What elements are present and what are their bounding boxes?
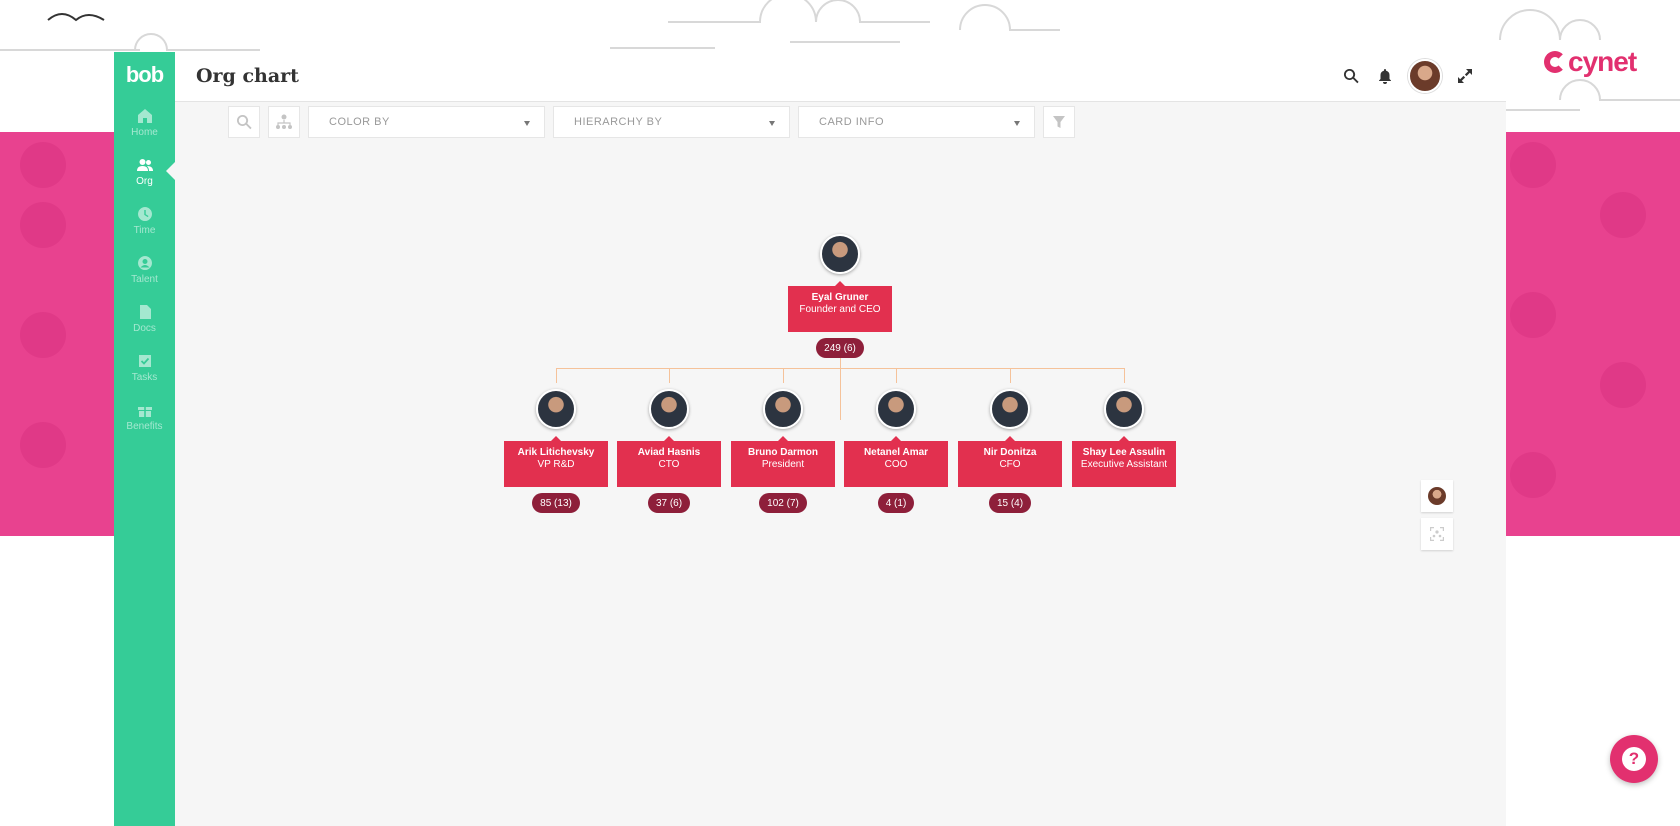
avatar	[649, 389, 689, 429]
person-name: Shay Lee Assulin	[1082, 447, 1166, 458]
person-name: Bruno Darmon	[748, 447, 818, 458]
connector-netanel	[896, 368, 897, 383]
avatar	[1104, 389, 1144, 429]
org-chart: Eyal Gruner Founder and CEO 249 (6) Arik…	[175, 52, 1506, 826]
people-icon	[136, 158, 153, 171]
bob-logo[interactable]: bob	[114, 52, 175, 98]
brand-name: cynet	[1568, 46, 1637, 77]
org-card-report[interactable]: Arik Litichevsky VP R&D 85 (13)	[504, 389, 608, 513]
sidebar-item-home[interactable]: Home	[114, 98, 175, 147]
team-count-badge[interactable]: 102 (7)	[759, 493, 807, 513]
fit-screen-icon	[1430, 527, 1444, 541]
person-circle-icon	[137, 255, 152, 270]
person-card[interactable]: Shay Lee Assulin Executive Assistant	[1072, 436, 1176, 487]
avatar	[763, 389, 803, 429]
org-card-report[interactable]: Bruno Darmon President 102 (7)	[731, 389, 835, 513]
connector-aviad	[669, 368, 670, 383]
person-name: Arik Litichevsky	[517, 447, 595, 458]
go-to-me-button[interactable]	[1421, 480, 1453, 512]
sidebar-item-label: Benefits	[126, 420, 163, 432]
brand-logo: cynet	[1544, 46, 1637, 78]
org-card-report[interactable]: Aviad Hasnis CTO 37 (6)	[617, 389, 721, 513]
chart-side-tools	[1421, 480, 1453, 550]
person-name: Eyal Gruner	[811, 292, 869, 303]
connector-horizontal	[556, 368, 1125, 369]
person-role: CFO	[999, 459, 1021, 470]
document-icon	[139, 304, 151, 319]
person-card[interactable]: Netanel Amar COO	[844, 436, 948, 487]
sidebar-item-tasks[interactable]: Tasks	[114, 343, 175, 392]
person-name: Nir Donitza	[983, 447, 1037, 458]
my-avatar-mini	[1428, 487, 1446, 505]
sidebar-item-label: Tasks	[131, 371, 158, 383]
person-role: CTO	[658, 459, 680, 470]
sidebar-item-benefits[interactable]: Benefits	[114, 392, 175, 441]
main-content: Org chart COLOR BY HIERARCHY BY CARD INF…	[175, 52, 1506, 826]
sidebar-item-time[interactable]: Time	[114, 196, 175, 245]
person-role: Executive Assistant	[1080, 459, 1168, 470]
cynet-logo-icon	[1544, 51, 1566, 73]
avatar	[820, 234, 860, 274]
sidebar: bob Home Org Time Talent Docs Tasks Bene…	[114, 52, 176, 826]
question-icon: ?	[1622, 747, 1646, 771]
org-card-root[interactable]: Eyal Gruner Founder and CEO 249 (6)	[788, 234, 892, 358]
connector-shay	[1124, 368, 1125, 383]
person-role: President	[761, 459, 805, 470]
fit-to-screen-button[interactable]	[1421, 518, 1453, 550]
person-name: Netanel Amar	[863, 447, 929, 458]
person-role: Founder and CEO	[799, 304, 881, 315]
connector-bruno	[783, 368, 784, 383]
sidebar-item-label: Org	[136, 175, 153, 187]
person-name: Aviad Hasnis	[637, 447, 701, 458]
avatar	[990, 389, 1030, 429]
team-count-badge[interactable]: 249 (6)	[816, 338, 864, 358]
org-card-report[interactable]: Nir Donitza CFO 15 (4)	[958, 389, 1062, 513]
person-role: COO	[884, 459, 908, 470]
avatar	[876, 389, 916, 429]
sidebar-item-label: Time	[133, 224, 156, 236]
team-count-badge[interactable]: 15 (4)	[988, 493, 1032, 513]
sidebar-item-docs[interactable]: Docs	[114, 294, 175, 343]
clock-icon	[137, 206, 152, 221]
person-card[interactable]: Aviad Hasnis CTO	[617, 436, 721, 487]
person-card[interactable]: Nir Donitza CFO	[958, 436, 1062, 487]
sidebar-item-label: Home	[131, 126, 158, 138]
checkbox-icon	[138, 354, 151, 367]
sidebar-item-label: Talent	[131, 273, 158, 285]
avatar	[536, 389, 576, 429]
person-role: VP R&D	[537, 459, 575, 470]
sidebar-item-talent[interactable]: Talent	[114, 245, 175, 294]
sidebar-item-org[interactable]: Org	[114, 147, 176, 196]
team-count-badge[interactable]: 37 (6)	[647, 493, 691, 513]
person-card[interactable]: Bruno Darmon President	[731, 436, 835, 487]
team-count-badge[interactable]: 85 (13)	[532, 493, 580, 513]
team-count-badge[interactable]: 4 (1)	[877, 493, 915, 513]
person-card[interactable]: Eyal Gruner Founder and CEO	[788, 281, 892, 332]
connector-arik	[556, 368, 557, 383]
home-icon	[137, 108, 152, 123]
org-card-report[interactable]: Shay Lee Assulin Executive Assistant	[1072, 389, 1176, 487]
help-button[interactable]: ?	[1610, 735, 1658, 783]
connector-root-down	[840, 356, 841, 420]
sidebar-item-label: Docs	[133, 322, 156, 334]
gift-icon	[137, 406, 152, 417]
connector-nir	[1010, 368, 1011, 383]
person-card[interactable]: Arik Litichevsky VP R&D	[504, 436, 608, 487]
org-card-report[interactable]: Netanel Amar COO 4 (1)	[844, 389, 948, 513]
